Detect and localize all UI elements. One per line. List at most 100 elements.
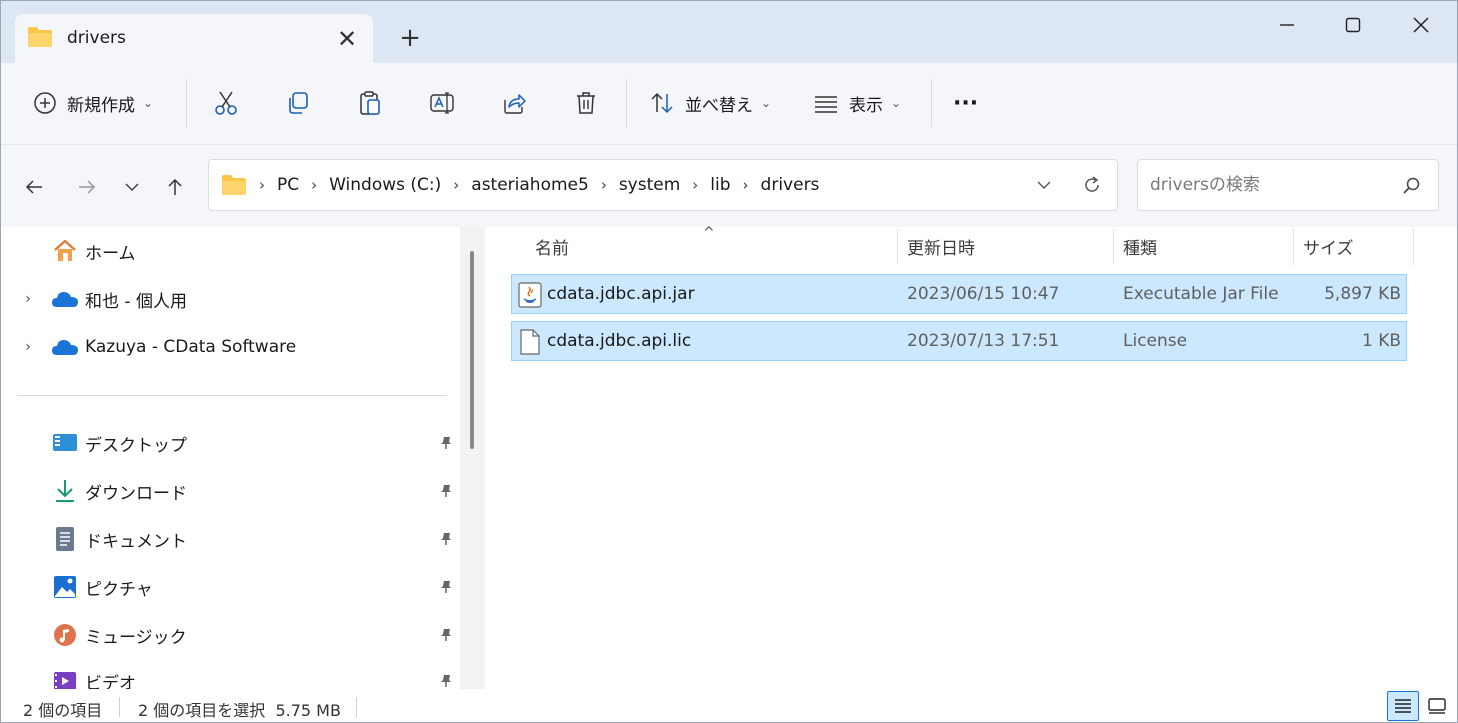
view-button[interactable]: 表示 ⌄: [813, 85, 901, 121]
status-selection: 2 個の項目を選択 5.75 MB: [138, 701, 341, 720]
column-divider[interactable]: [1413, 229, 1414, 265]
expand-chevron-icon[interactable]: ›: [19, 290, 37, 308]
chevron-right-icon: ›: [311, 176, 318, 194]
refresh-icon: [1085, 176, 1099, 192]
file-date: 2023/06/15 10:47: [907, 284, 1060, 304]
sidebar-item-downloads[interactable]: ダウンロード: [1, 471, 461, 511]
chevron-right-icon: ›: [453, 176, 460, 194]
sidebar-item-desktop[interactable]: デスクトップ: [1, 423, 461, 463]
column-header-label: サイズ: [1303, 238, 1354, 259]
sidebar-item-onedrive-personal[interactable]: › 和也 - 個人用: [1, 279, 461, 319]
sidebar-item-home[interactable]: ホーム: [1, 231, 461, 271]
status-divider: [119, 697, 120, 717]
details-view-button[interactable]: [1387, 691, 1419, 721]
copy-button[interactable]: [285, 85, 311, 121]
more-icon: ···: [953, 90, 979, 116]
cut-button[interactable]: [213, 85, 239, 121]
cut-icon: [215, 91, 237, 115]
sidebar-divider: [17, 395, 447, 396]
pin-icon[interactable]: [437, 626, 455, 644]
search-box[interactable]: [1137, 159, 1439, 211]
sidebar-item-pictures[interactable]: ピクチャ: [1, 567, 461, 607]
column-header-date[interactable]: 更新日時: [907, 227, 975, 265]
forward-button[interactable]: [71, 171, 103, 203]
pin-icon[interactable]: [437, 434, 455, 452]
close-window-button[interactable]: [1401, 9, 1441, 41]
view-icon: [815, 96, 837, 113]
column-header-size[interactable]: サイズ: [1303, 227, 1354, 265]
breadcrumb-windows-c[interactable]: Windows (C:): [329, 175, 441, 195]
chevron-down-icon: [125, 183, 139, 192]
sidebar-item-label: ホーム: [85, 243, 136, 264]
sort-button[interactable]: 並べ替え ⌄: [649, 85, 771, 121]
maximize-button[interactable]: [1333, 9, 1373, 41]
sidebar-item-documents[interactable]: ドキュメント: [1, 519, 461, 559]
status-bar: 2 個の項目 2 個の項目を選択 5.75 MB: [1, 689, 1457, 722]
column-header-label: 更新日時: [907, 238, 975, 259]
address-history-button[interactable]: [1031, 172, 1057, 198]
file-name: cdata.jdbc.api.lic: [547, 331, 692, 351]
sidebar-item-onedrive-business[interactable]: › Kazuya - CData Software: [1, 327, 461, 367]
arrow-right-icon: [79, 180, 96, 194]
pin-icon[interactable]: [437, 578, 455, 596]
arrow-left-icon: [25, 180, 42, 194]
new-tab-button[interactable]: +: [395, 23, 425, 53]
tab-drivers[interactable]: drivers ✕: [15, 14, 373, 64]
expand-chevron-icon[interactable]: ›: [19, 338, 37, 356]
share-button[interactable]: [501, 85, 527, 121]
search-input[interactable]: [1150, 172, 1390, 198]
pin-icon[interactable]: [437, 672, 455, 690]
breadcrumb-system[interactable]: system: [619, 175, 680, 195]
breadcrumb: › PC › Windows (C:) › asteriahome5 › sys…: [221, 160, 819, 210]
column-header-type[interactable]: 種類: [1123, 227, 1157, 265]
sidebar-item-label: ダウンロード: [85, 483, 187, 504]
rename-button[interactable]: [429, 85, 455, 121]
minimize-button[interactable]: [1267, 9, 1307, 41]
details-view-icon: [1395, 699, 1411, 713]
onedrive-icon: [51, 333, 79, 361]
tab-close-icon[interactable]: ✕: [333, 25, 361, 53]
chevron-down-icon: ⌄: [891, 96, 902, 110]
paste-icon: [360, 91, 380, 115]
view-button-label: 表示: [849, 95, 883, 116]
sort-ascending-icon: ^: [703, 225, 715, 241]
new-button[interactable]: 新規作成 ⌄: [33, 85, 153, 121]
sidebar-item-music[interactable]: ミュージック: [1, 615, 461, 655]
delete-button[interactable]: [573, 85, 599, 121]
breadcrumb-pc[interactable]: PC: [277, 175, 299, 195]
pin-icon[interactable]: [437, 530, 455, 548]
column-divider[interactable]: [1293, 229, 1294, 265]
breadcrumb-asteriahome5[interactable]: asteriahome5: [471, 175, 589, 195]
toolbar-divider: [931, 79, 932, 127]
column-divider[interactable]: [897, 229, 898, 265]
pin-icon[interactable]: [437, 482, 455, 500]
home-icon: [51, 237, 79, 265]
plus-circle-icon: [34, 92, 56, 114]
close-icon: [1413, 17, 1429, 33]
sidebar-item-label: Kazuya - CData Software: [85, 337, 297, 357]
tab-title: drivers: [67, 28, 126, 48]
recent-locations-button[interactable]: [116, 171, 148, 203]
arrow-up-icon: [168, 178, 182, 195]
more-options-button[interactable]: ···: [953, 85, 978, 121]
sidebar-item-label: ピクチャ: [85, 579, 153, 600]
file-type: Executable Jar File: [1123, 284, 1279, 304]
file-list-pane: 名前 ^ 更新日時 種類 サイズ cdata.jdbc.api.jar 2023…: [485, 225, 1457, 689]
music-icon: [51, 621, 79, 649]
column-divider[interactable]: [1113, 229, 1114, 265]
file-type: License: [1123, 331, 1188, 351]
paste-button[interactable]: [357, 85, 383, 121]
file-size: 1 KB: [1361, 331, 1401, 351]
breadcrumb-drivers[interactable]: drivers: [761, 175, 820, 195]
column-header-name[interactable]: 名前: [535, 227, 569, 265]
breadcrumb-lib[interactable]: lib: [710, 175, 730, 195]
toolbar-divider: [626, 79, 627, 127]
sidebar-scrollbar-thumb[interactable]: [470, 251, 474, 449]
refresh-button[interactable]: [1079, 172, 1105, 198]
back-button[interactable]: [18, 171, 50, 203]
file-row[interactable]: cdata.jdbc.api.jar 2023/06/15 10:47 Exec…: [511, 274, 1407, 314]
up-button[interactable]: [159, 171, 191, 203]
large-icons-view-button[interactable]: [1421, 691, 1453, 721]
file-row[interactable]: cdata.jdbc.api.lic 2023/07/13 17:51 Lice…: [511, 321, 1407, 361]
address-bar[interactable]: › PC › Windows (C:) › asteriahome5 › sys…: [208, 159, 1118, 211]
